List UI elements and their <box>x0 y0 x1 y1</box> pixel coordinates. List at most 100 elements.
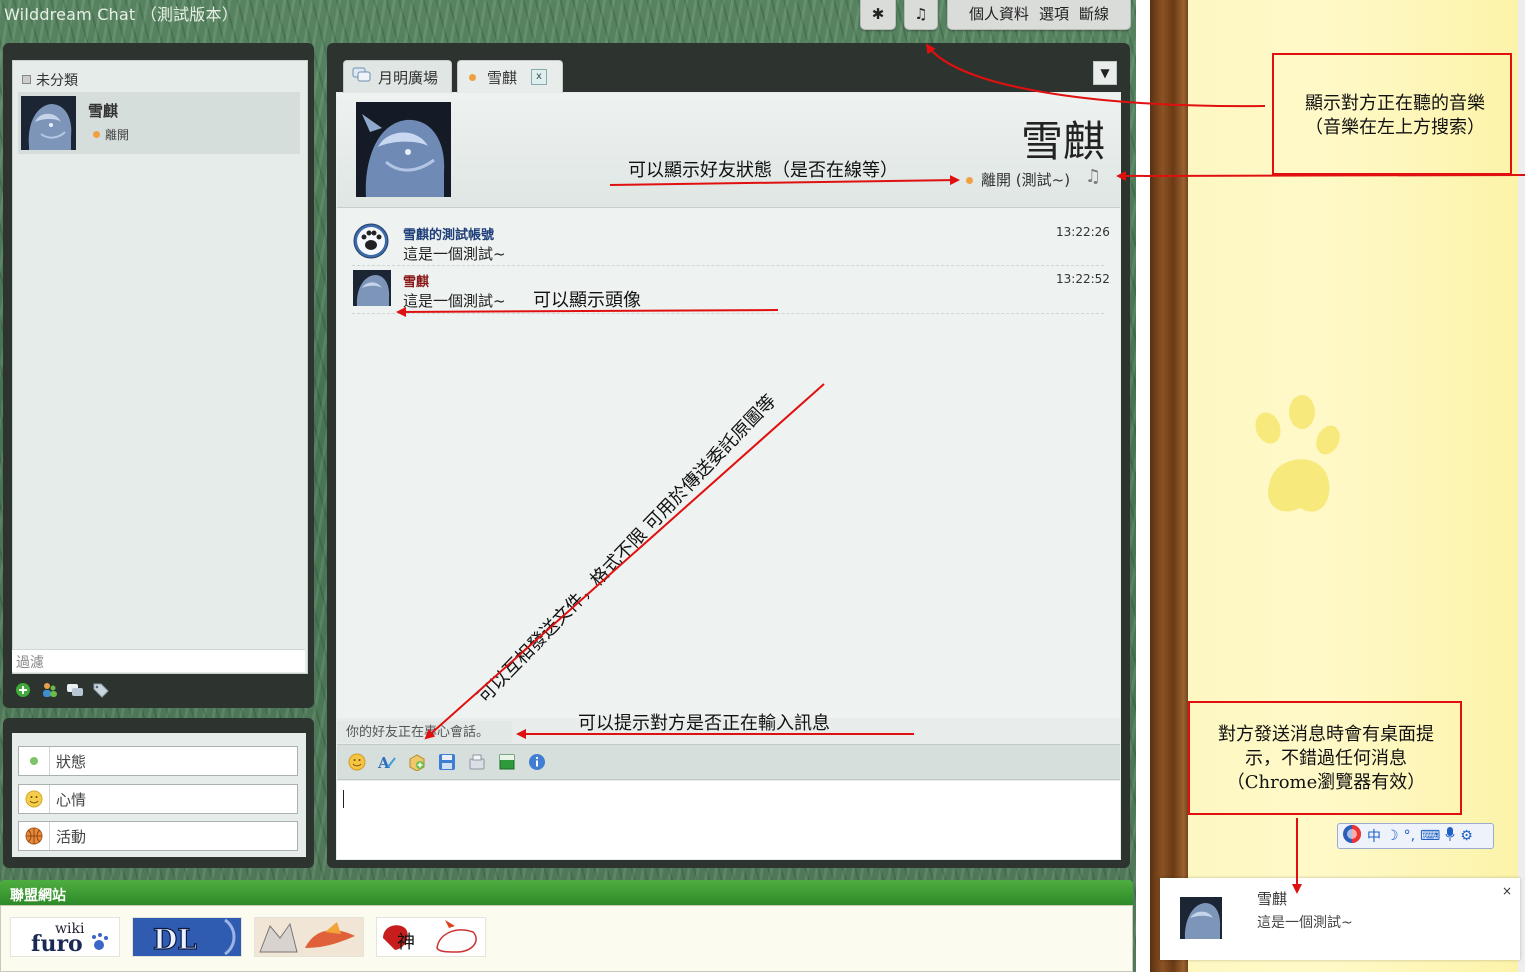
tab-label: 月明廣場 <box>378 68 439 87</box>
annotation-desktop: 對方發送消息時會有桌面提 示，不錯過任何消息 （Chrome瀏覽器有效） <box>1196 723 1456 795</box>
wood-border <box>1150 0 1192 972</box>
svg-text:神: 神 <box>397 932 415 953</box>
links-header <box>0 880 1133 905</box>
text-caret <box>343 790 344 808</box>
paw-print-icon <box>1250 390 1340 534</box>
annotation-desktop-line2: 示，不錯過任何消息 <box>1245 748 1407 769</box>
tabs-dropdown-button[interactable]: ▼ <box>1093 61 1117 85</box>
mood-field-label: 心情 <box>56 790 87 809</box>
away-status-icon <box>469 73 476 81</box>
message-avatar <box>353 270 391 306</box>
save-icon[interactable] <box>437 752 457 772</box>
annotation-status: 可以顯示好友狀態（是否在線等） <box>628 160 898 181</box>
annotation-music-line1: 顯示對方正在聽的音樂 <box>1305 93 1485 114</box>
ime-toolbar: 中 ☽ °, ⌨ ⚙ <box>1337 823 1494 849</box>
message-input[interactable] <box>337 781 1120 859</box>
chat-room-icon <box>352 67 372 87</box>
ime-settings-icon[interactable]: ⚙ <box>1460 828 1473 844</box>
notification-body: 這是一個測試~ <box>1257 915 1353 931</box>
tab-xueqi[interactable]: 雪麒 x <box>457 60 563 93</box>
tab-moonlight-square[interactable]: 月明廣場 <box>343 60 452 93</box>
profile-status: 離開 (測試~) <box>966 169 1070 190</box>
profile-status-label: 離開 (測試~) <box>981 171 1071 189</box>
svg-text:furo: furo <box>31 931 83 956</box>
status-field-label: 狀態 <box>56 752 87 771</box>
basketball-icon <box>19 822 50 850</box>
contact-group-label: 未分類 <box>36 73 78 89</box>
star-button[interactable]: ✱ <box>860 0 896 30</box>
contact-group[interactable]: 未分類 <box>22 70 78 90</box>
close-tab-icon[interactable]: x <box>531 69 548 85</box>
message-sender: 雪麒的測試帳號 <box>403 228 495 243</box>
users-icon[interactable] <box>40 681 58 699</box>
filter-input[interactable] <box>12 649 305 672</box>
notification-avatar <box>1180 897 1222 939</box>
fox-banner-logo[interactable]: 神 <box>376 917 486 957</box>
contact-toolbar <box>14 681 110 699</box>
image-icon[interactable] <box>497 752 517 772</box>
add-contact-icon[interactable] <box>14 681 32 699</box>
links-title: 聯盟網站 <box>10 888 66 904</box>
notification-title: 雪麒 <box>1257 890 1288 908</box>
away-status-icon <box>966 177 973 184</box>
ime-punctuation-icon[interactable]: °, <box>1404 828 1415 844</box>
music-search-button[interactable]: ♫ <box>904 0 938 30</box>
profile-header <box>337 93 1120 208</box>
status-field[interactable]: 狀態 <box>18 746 298 776</box>
message-avatar <box>353 223 389 259</box>
send-file-icon[interactable] <box>407 752 427 772</box>
contact-avatar <box>21 96 76 150</box>
ime-logo-icon[interactable] <box>1342 824 1362 848</box>
tab-label: 雪麒 <box>487 68 518 87</box>
message-divider <box>352 313 1104 314</box>
contact-status-label: 離開 <box>105 128 130 142</box>
filter-placeholder: 過濾 <box>16 655 44 671</box>
annotation-music: 顯示對方正在聽的音樂 （音樂在左上方搜索） <box>1290 92 1500 140</box>
message-text: 這是一個測試~ <box>403 292 506 310</box>
message-text: 這是一個測試~ <box>403 245 506 263</box>
tag-icon[interactable] <box>92 681 110 699</box>
menu-options[interactable]: 選項 <box>1039 0 1069 29</box>
profile-name: 雪麒 <box>1020 117 1105 166</box>
status-dot-icon <box>19 747 50 775</box>
mood-field[interactable]: 心情 <box>18 784 298 814</box>
wikifur-logo[interactable]: wiki furo <box>10 917 120 957</box>
collapse-icon <box>22 75 31 84</box>
music-icon[interactable]: ♫ <box>1085 166 1101 187</box>
info-icon[interactable] <box>527 752 547 772</box>
chat-bubbles-icon[interactable] <box>66 681 84 699</box>
annotation-avatar: 可以顯示頭像 <box>533 290 641 311</box>
menu-profile[interactable]: 個人資料 <box>969 0 1029 29</box>
close-notification-icon[interactable]: × <box>1502 884 1512 898</box>
ime-keyboard-icon[interactable]: ⌨ <box>1420 828 1440 844</box>
contact-status: 離開 <box>93 126 129 143</box>
typing-indicator: 你的好友正在專心會話。 <box>337 721 512 743</box>
svg-text:A: A <box>377 754 390 771</box>
svg-text:DL: DL <box>153 923 197 956</box>
font-style-icon[interactable]: A <box>377 752 397 772</box>
ime-chinese-mode[interactable]: 中 <box>1367 826 1381 846</box>
emoticon-icon[interactable] <box>347 752 367 772</box>
contact-name: 雪麒 <box>88 102 119 120</box>
menu-disconnect[interactable]: 斷線 <box>1079 0 1109 29</box>
dl-logo[interactable]: DL <box>132 917 242 957</box>
chat-toolbar: A <box>337 744 1120 780</box>
app-title: Wilddream Chat （測試版本） <box>4 5 238 24</box>
away-status-icon <box>93 131 100 138</box>
ime-halfwidth-icon[interactable]: ☽ <box>1386 828 1399 844</box>
message-sender: 雪麒 <box>403 275 430 290</box>
top-menu: 個人資料 選項 斷線 <box>947 0 1131 30</box>
message-list <box>337 208 1120 718</box>
activity-field[interactable]: 活動 <box>18 821 298 851</box>
annotation-music-line2: （音樂在左上方搜索） <box>1305 117 1485 138</box>
message-time: 13:22:52 <box>1056 272 1110 286</box>
ime-voice-icon[interactable] <box>1445 826 1455 846</box>
profile-avatar <box>356 102 451 197</box>
message-divider <box>352 265 1104 266</box>
right-scrollbar[interactable] <box>1518 0 1525 972</box>
art-banner-logo[interactable] <box>254 917 364 957</box>
activity-field-label: 活動 <box>56 827 87 846</box>
clear-history-icon[interactable] <box>467 752 487 772</box>
annotation-desktop-line1: 對方發送消息時會有桌面提 <box>1218 724 1434 745</box>
annotation-typing: 可以提示對方是否正在輸入訊息 <box>578 713 830 734</box>
